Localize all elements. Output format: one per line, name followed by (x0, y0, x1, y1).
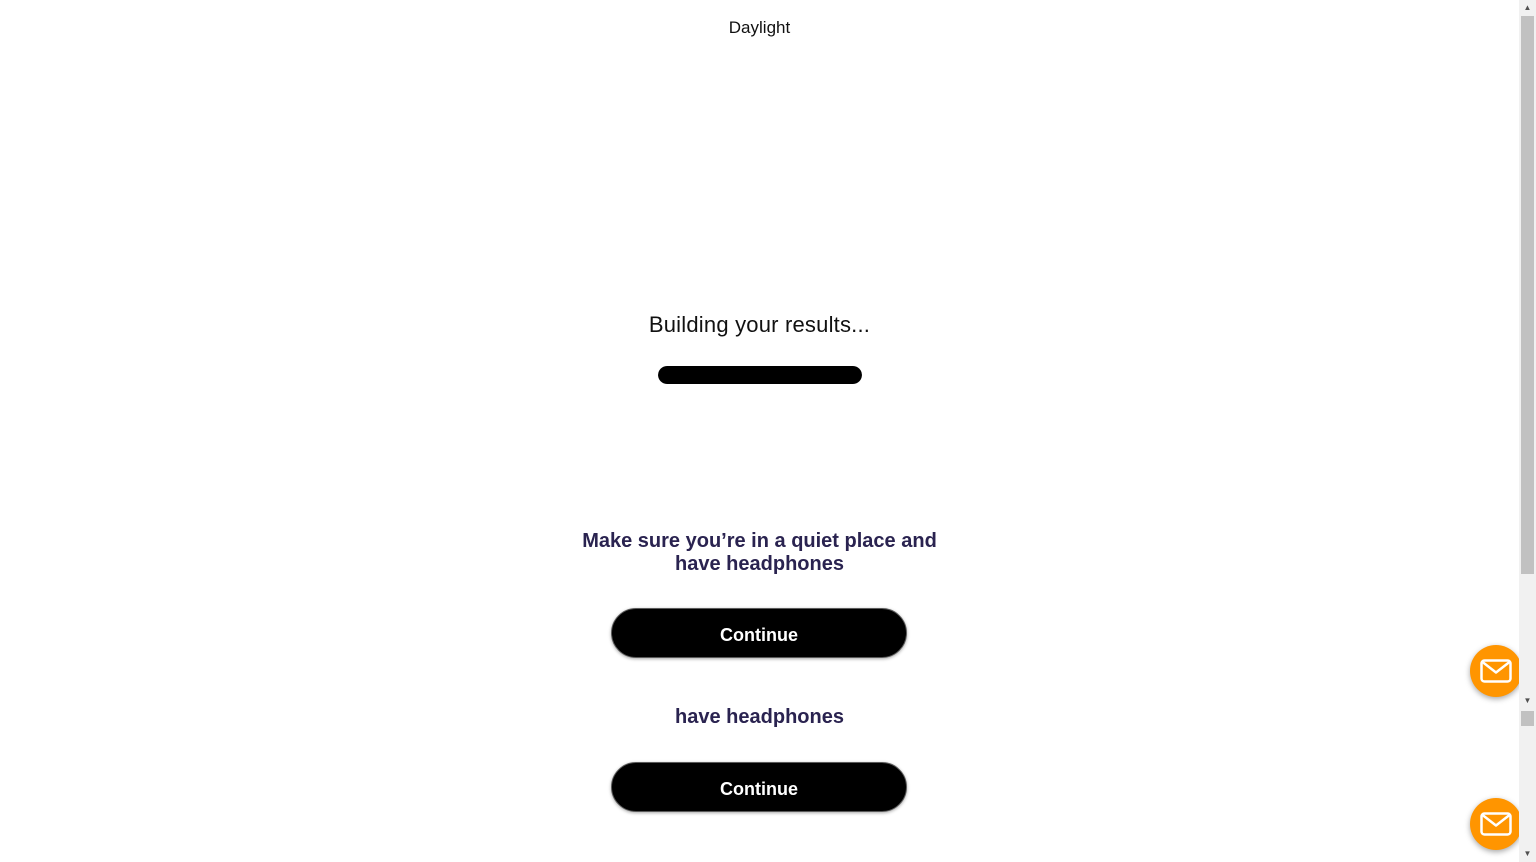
continue-button-repeat[interactable]: Continue (611, 762, 907, 812)
scrollbar-thumb[interactable] (1521, 16, 1534, 574)
progress-bar-fill (658, 366, 862, 384)
headphones-notice: Make sure you’re in a quiet place and ha… (0, 530, 1519, 576)
contact-mail-button[interactable] (1470, 645, 1522, 697)
main-content: Daylight Building your results... Make s… (0, 0, 1519, 862)
mail-icon (1480, 659, 1512, 683)
headphones-notice-repeat-line: have headphones (675, 706, 844, 728)
progress-bar (658, 366, 862, 384)
continue-button[interactable]: Continue (611, 608, 907, 658)
headphones-notice-repeat: have headphones (0, 706, 1519, 729)
scroll-down-arrow-icon-secondary[interactable]: ▼ (1519, 846, 1536, 861)
page: Daylight Building your results... Make s… (0, 0, 1536, 862)
scroll-up-arrow-icon[interactable]: ▲ (1519, 0, 1536, 15)
contact-mail-button-repeat[interactable] (1470, 798, 1522, 850)
scrollbar-thumb-secondary[interactable] (1521, 711, 1534, 726)
headphones-notice-line-2: have headphones (675, 553, 844, 575)
brand-title: Daylight (728, 18, 791, 37)
mail-icon (1480, 812, 1512, 836)
scroll-down-arrow-icon[interactable]: ▼ (1519, 693, 1536, 708)
vertical-scrollbar[interactable]: ▲ ▼ ▼ (1519, 0, 1536, 862)
loading-title: Building your results... (648, 312, 871, 337)
headphones-notice-line-1: Make sure you’re in a quiet place and (582, 530, 937, 552)
